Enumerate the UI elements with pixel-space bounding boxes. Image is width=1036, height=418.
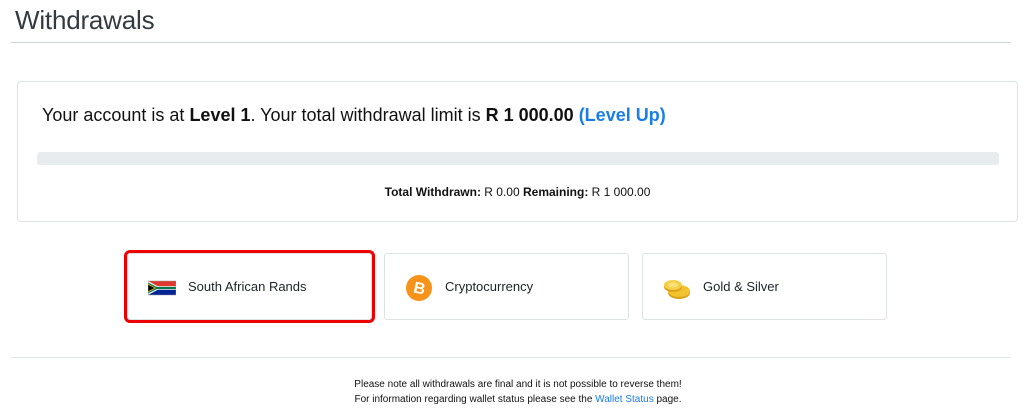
- option-gold-silver[interactable]: Gold & Silver: [642, 253, 887, 320]
- notice-suffix: page.: [653, 394, 682, 405]
- option-label: South African Rands: [188, 279, 307, 294]
- gold-coins-icon: [664, 280, 690, 299]
- account-level: Level 1: [189, 105, 251, 125]
- withdrawal-totals: Total Withdrawn: R 0.00 Remaining: R 1 0…: [18, 185, 1017, 199]
- total-withdrawn-label: Total Withdrawn:: [384, 185, 481, 199]
- level-up-link[interactable]: (Level Up): [579, 105, 666, 125]
- notice-prefix: For information regarding wallet status …: [354, 394, 596, 405]
- withdrawal-limit-card: Your account is at Level 1. Your total w…: [17, 81, 1018, 222]
- limit-statement: Your account is at Level 1. Your total w…: [42, 105, 666, 126]
- limit-prefix: Your account is at: [42, 105, 190, 125]
- notice-line-final: Please note all withdrawals are final an…: [354, 379, 682, 390]
- option-label: Cryptocurrency: [445, 279, 534, 294]
- page-title: Withdrawals: [15, 5, 155, 35]
- remaining-label: Remaining:: [522, 185, 589, 199]
- footer-divider: [11, 357, 1011, 358]
- wallet-status-link[interactable]: Wallet Status: [595, 394, 654, 405]
- south-africa-flag-icon: [148, 280, 176, 296]
- limit-middle: . Your total withdrawal limit is: [250, 105, 486, 125]
- withdrawal-limit-amount: R 1 000.00: [485, 105, 574, 125]
- option-label: Gold & Silver: [703, 279, 779, 294]
- notice-line-wallet-status: For information regarding wallet status …: [0, 392, 1036, 407]
- remaining-value: R 1 000.00: [588, 185, 651, 199]
- withdrawal-progress-bar: [37, 152, 999, 165]
- withdrawal-notice: Please note all withdrawals are final an…: [0, 377, 1036, 407]
- title-divider: [11, 42, 1011, 43]
- option-south-african-rands[interactable]: South African Rands: [124, 250, 375, 323]
- total-withdrawn-value: R 0.00: [480, 185, 523, 199]
- option-cryptocurrency[interactable]: B Cryptocurrency: [384, 253, 629, 320]
- bitcoin-icon: B: [406, 275, 432, 301]
